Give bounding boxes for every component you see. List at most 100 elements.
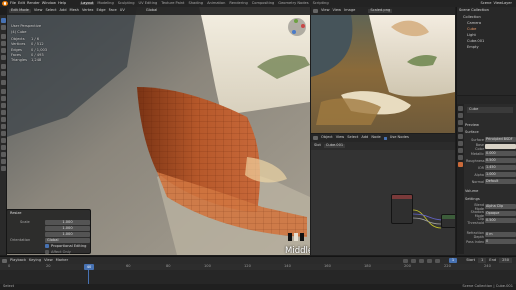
spin-tool-icon[interactable]	[1, 131, 6, 136]
prop-value[interactable]	[485, 144, 516, 149]
end-frame-field[interactable]: 250	[499, 258, 512, 263]
output-tab-icon[interactable]	[458, 120, 463, 125]
scene-selector[interactable]: Scene	[480, 1, 491, 6]
current-frame-field[interactable]: 1	[448, 258, 458, 263]
navigation-gizmo[interactable]	[287, 17, 307, 37]
next-keyframe-icon[interactable]	[426, 258, 432, 263]
outliner-item-cube-001[interactable]: Cube.001	[467, 39, 484, 44]
gizmo-x-axis-icon[interactable]	[301, 24, 305, 28]
viewport-menu-vertex[interactable]: Vertex	[82, 9, 94, 13]
timeline-editor-type-icon[interactable]	[2, 258, 7, 263]
measure-tool-icon[interactable]	[1, 71, 6, 76]
gizmo-y-axis-icon[interactable]	[294, 19, 298, 23]
viewport-menu-view[interactable]: View	[34, 9, 43, 13]
tl-menu-view[interactable]: View	[44, 258, 53, 263]
playhead-frame[interactable]: 40	[84, 264, 94, 270]
outliner-item-empty[interactable]: Empty	[467, 45, 479, 50]
viewport-menu-select[interactable]: Select	[45, 9, 56, 13]
timeline-ruler[interactable]	[0, 264, 516, 270]
material-slot[interactable]: Cube	[467, 107, 513, 113]
image-selector[interactable]: Scaled.png	[368, 9, 393, 14]
edge-slide-tool-icon[interactable]	[1, 145, 6, 150]
tl-menu-marker[interactable]: Marker	[56, 258, 68, 263]
ne-menu-add[interactable]: Add	[361, 136, 368, 140]
ie-menu-view-2[interactable]: View	[333, 9, 342, 13]
workspace-tab-geometry-nodes[interactable]: Geometry Nodes	[277, 1, 309, 6]
menu-window[interactable]: Window	[42, 1, 56, 6]
workspace-tab-uv-editing[interactable]: UV Editing	[138, 1, 159, 6]
gizmo-z-axis-icon[interactable]	[292, 30, 296, 34]
section-surface[interactable]: Surface	[465, 129, 516, 135]
tl-menu-keying[interactable]: Keying	[29, 258, 41, 263]
ne-menu-select[interactable]: Select	[347, 136, 358, 140]
scale-y-field[interactable]: 1.000	[45, 226, 90, 231]
smooth-tool-icon[interactable]	[1, 138, 6, 143]
prop-value[interactable]: Principled BSDF	[485, 137, 516, 142]
tool-tab-icon[interactable]	[458, 106, 463, 111]
prop-value[interactable]: 0.500	[485, 158, 516, 163]
properties-editor[interactable]: Cube Preview Surface Surface Principled B…	[456, 96, 516, 255]
start-frame-field[interactable]: 1	[478, 258, 487, 263]
transform-tool-icon[interactable]	[1, 55, 6, 60]
outliner-item-cube[interactable]: Cube	[467, 27, 476, 32]
section-preview[interactable]: Preview	[465, 122, 516, 128]
slot-selector[interactable]: Slot	[314, 144, 321, 148]
outliner[interactable]: Scene Collection Collection Camera Cube …	[456, 7, 516, 95]
menu-render[interactable]: Render	[27, 1, 40, 6]
affect-only-checkbox[interactable]	[45, 250, 49, 254]
rotate-tool-icon[interactable]	[1, 41, 6, 46]
annotate-tool-icon[interactable]	[1, 64, 6, 69]
tl-menu-playback[interactable]: Playback	[10, 258, 26, 263]
menu-edit[interactable]: Edit	[18, 1, 25, 6]
menu-help[interactable]: Help	[58, 1, 66, 6]
prop-value[interactable]: 0.500	[485, 218, 516, 223]
workspace-tab-compositing[interactable]: Compositing	[251, 1, 276, 6]
move-tool-icon[interactable]	[1, 34, 6, 39]
principled-bsdf-node[interactable]	[441, 214, 455, 228]
shrink-fatten-tool-icon[interactable]	[1, 152, 6, 157]
viewport-menu-face[interactable]: Face	[109, 9, 117, 13]
extrude-tool-icon[interactable]	[1, 89, 6, 94]
poly-build-tool-icon[interactable]	[1, 124, 6, 129]
viewport-menu-add[interactable]: Add	[60, 9, 67, 13]
prop-value[interactable]: 1.450	[485, 165, 516, 170]
ne-menu-node[interactable]: Node	[371, 136, 380, 140]
outliner-item-camera[interactable]: Camera	[467, 21, 481, 26]
add-cube-tool-icon[interactable]	[1, 80, 6, 85]
viewport-menu-edge[interactable]: Edge	[97, 9, 106, 13]
select-box-tool-icon[interactable]	[1, 18, 6, 23]
object-tab-icon[interactable]	[458, 141, 463, 146]
shear-tool-icon[interactable]	[1, 159, 6, 164]
mode-selector[interactable]: Edit Mode	[9, 9, 31, 14]
shader-node-editor[interactable]: Object View Select Add Node Use Nodes Sl…	[311, 134, 455, 255]
prop-value[interactable]: 0 m	[485, 232, 516, 237]
section-settings[interactable]: Settings	[465, 196, 516, 202]
scale-x-field[interactable]: 1.000	[45, 220, 90, 225]
workspace-tab-sculpting[interactable]: Sculpting	[117, 1, 136, 6]
ie-menu-image[interactable]: Image	[344, 9, 355, 13]
node-editor-type-icon[interactable]	[313, 136, 318, 140]
world-tab-icon[interactable]	[458, 134, 463, 139]
image-editor[interactable]: View View Image Scaled.png	[311, 7, 455, 133]
jump-start-icon[interactable]	[402, 258, 408, 263]
data-tab-icon[interactable]	[458, 155, 463, 160]
prev-keyframe-icon[interactable]	[410, 258, 416, 263]
outliner-item-collection[interactable]: Collection	[463, 15, 481, 20]
section-volume[interactable]: Volume	[465, 188, 516, 194]
workspace-tab-texture-paint[interactable]: Texture Paint	[160, 1, 185, 6]
workspace-tab-scripting[interactable]: Scripting	[312, 1, 330, 6]
orientation-dropdown[interactable]: Global	[45, 238, 90, 243]
viewport-menu-uv[interactable]: UV	[120, 9, 125, 13]
workspace-tab-modeling[interactable]: Modeling	[96, 1, 114, 6]
knife-tool-icon[interactable]	[1, 117, 6, 122]
ne-menu-view[interactable]: View	[336, 136, 345, 140]
material-tab-icon[interactable]	[458, 162, 463, 167]
use-nodes-checkbox[interactable]	[383, 136, 387, 140]
ie-menu-view[interactable]: View	[321, 9, 330, 13]
scale-tool-icon[interactable]	[1, 48, 6, 53]
jump-end-icon[interactable]	[434, 258, 440, 263]
scale-z-field[interactable]: 1.000	[45, 232, 90, 237]
editor-type-icon[interactable]	[313, 9, 318, 13]
render-tab-icon[interactable]	[458, 113, 463, 118]
workspace-tab-rendering[interactable]: Rendering	[228, 1, 248, 6]
